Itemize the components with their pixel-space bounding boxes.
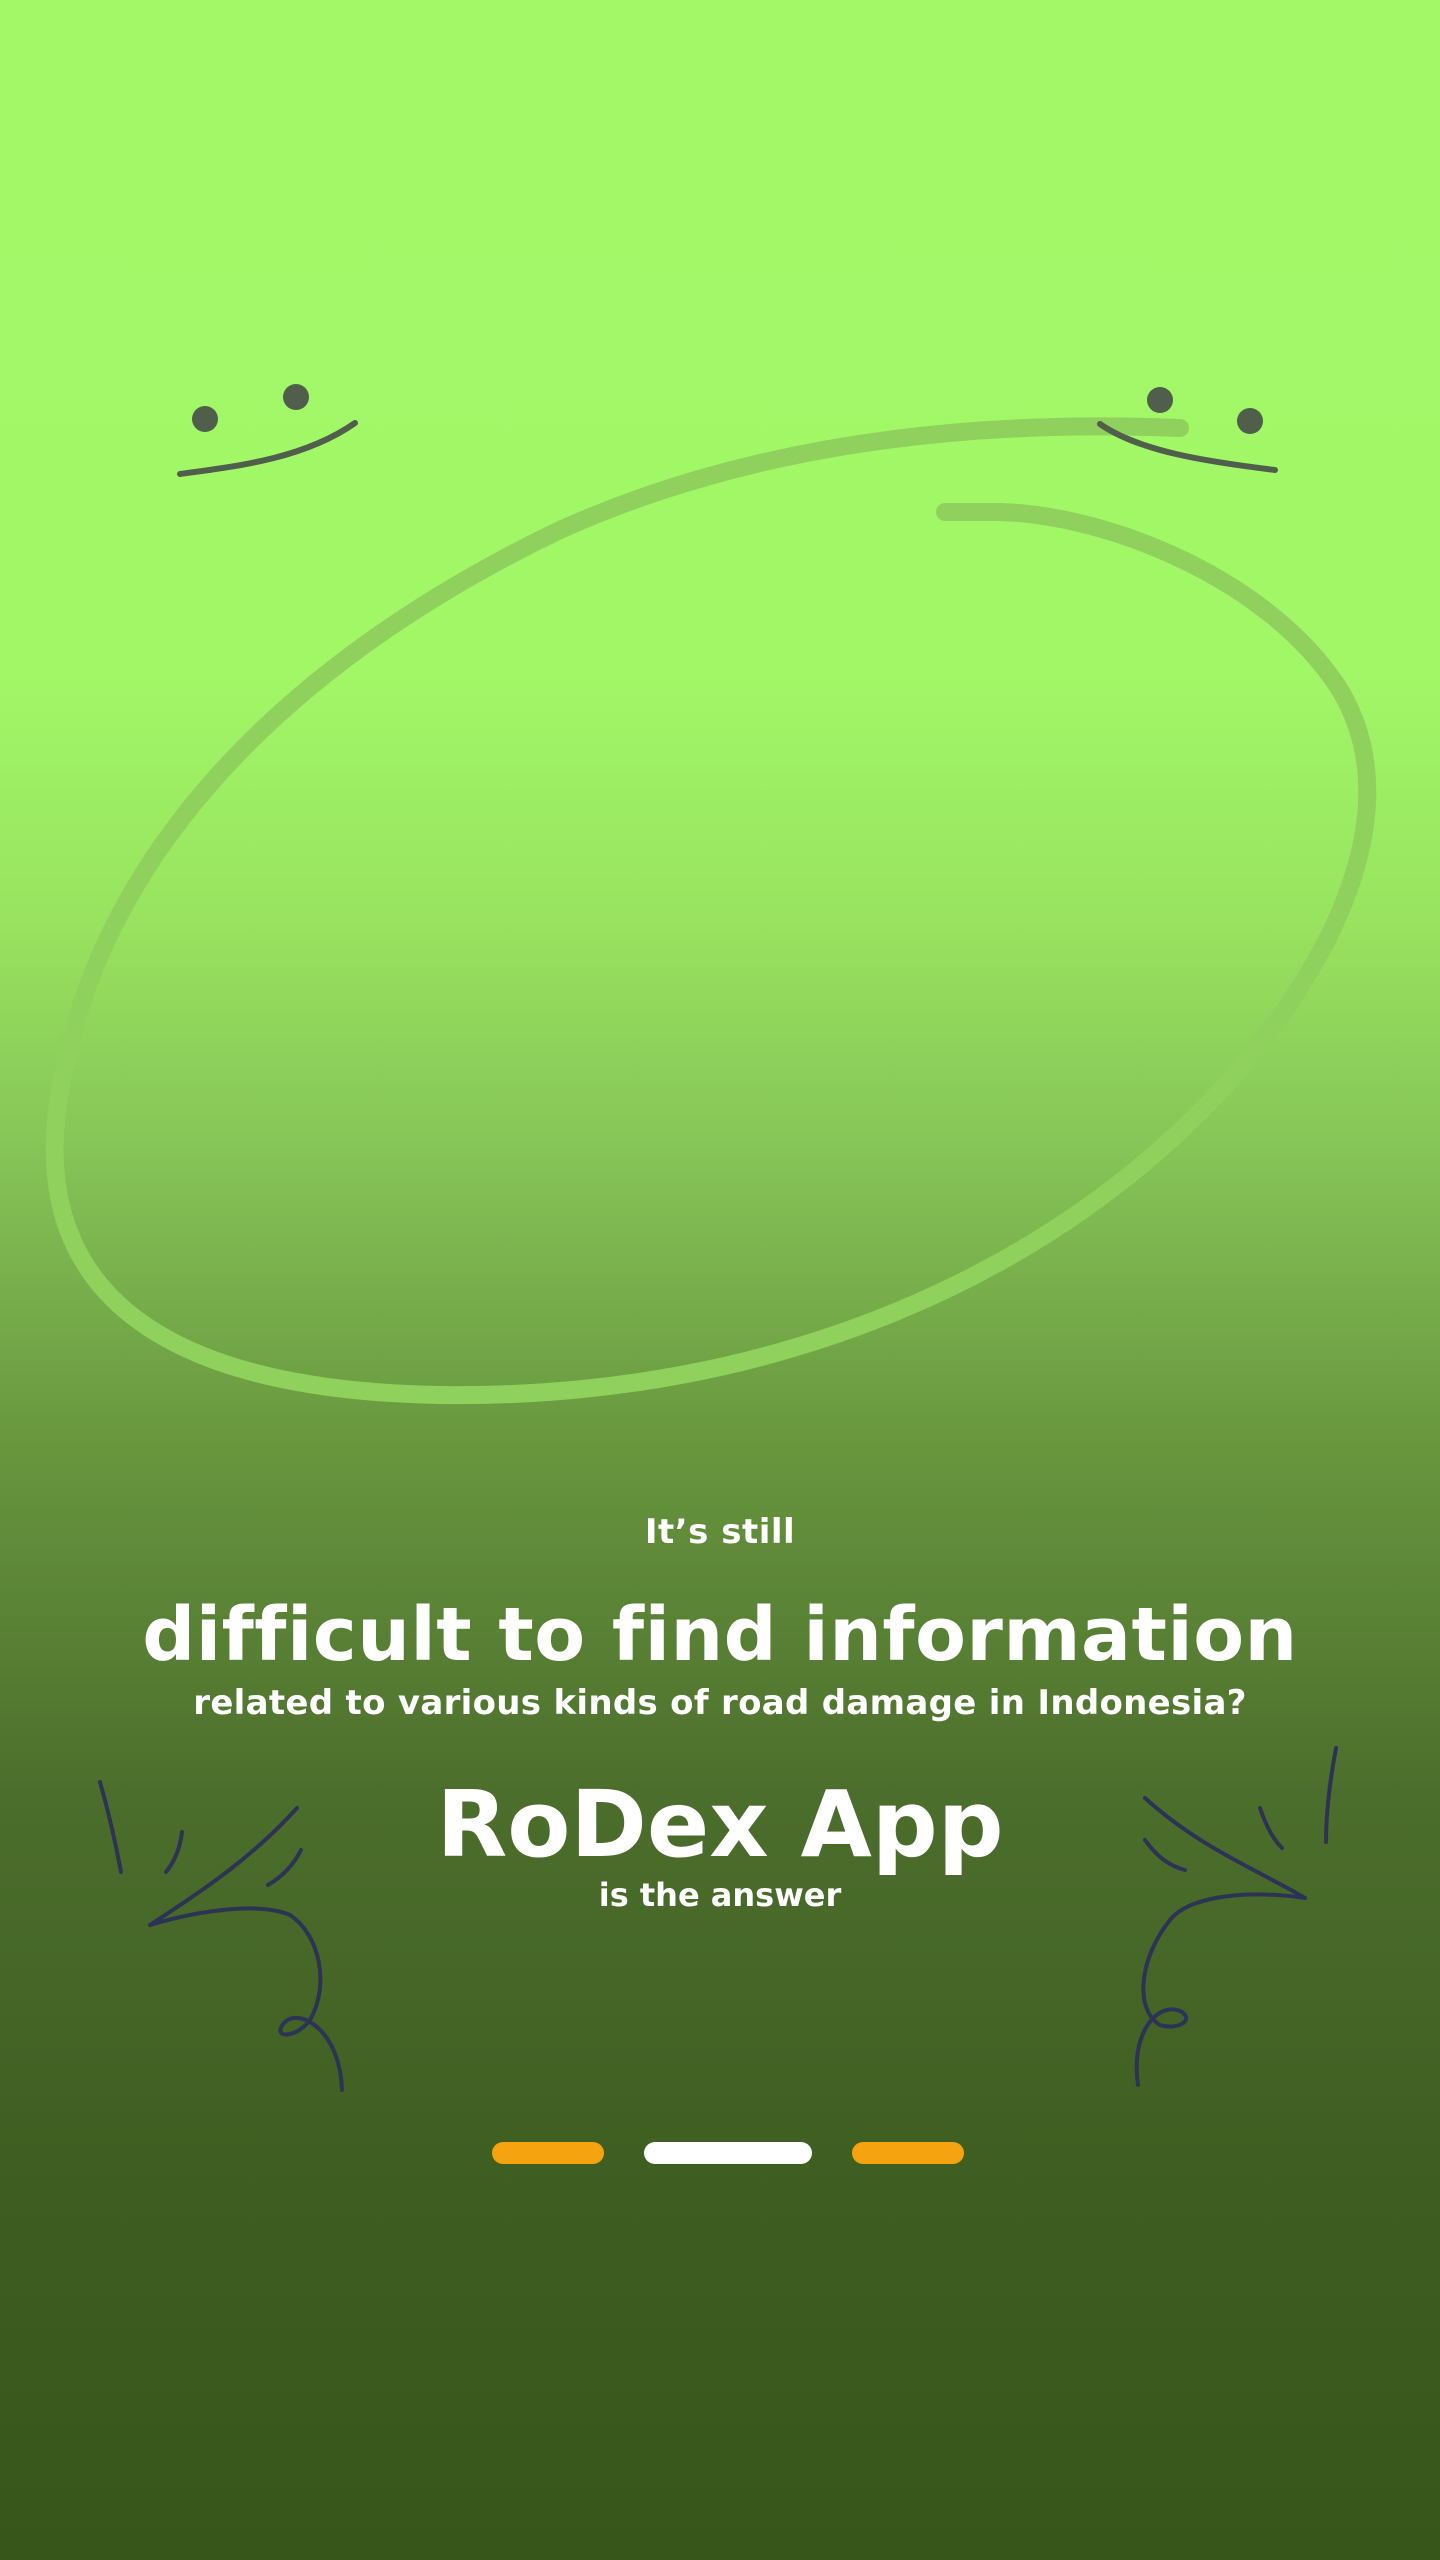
page-indicator-dot-1[interactable]: [492, 2142, 604, 2164]
intro-line: It’s still: [644, 1512, 796, 1552]
oval-doodle-icon: [45, 417, 1377, 1405]
onboarding-screen: It’s still difficult to find information…: [0, 0, 1440, 2560]
decorations-layer: [45, 384, 1377, 2092]
answer-caption: is the answer: [598, 1876, 842, 1914]
app-name-title: RoDex App: [436, 1771, 1004, 1878]
page-indicator-dot-3[interactable]: [852, 2142, 964, 2164]
headline: difficult to find information: [142, 1592, 1298, 1678]
smiley-face-icon-left: [177, 384, 358, 477]
subheadline: related to various kinds of road damage …: [193, 1683, 1247, 1723]
page-indicator: [0, 2142, 1440, 2164]
page-indicator-dot-2[interactable]: [644, 2142, 812, 2164]
